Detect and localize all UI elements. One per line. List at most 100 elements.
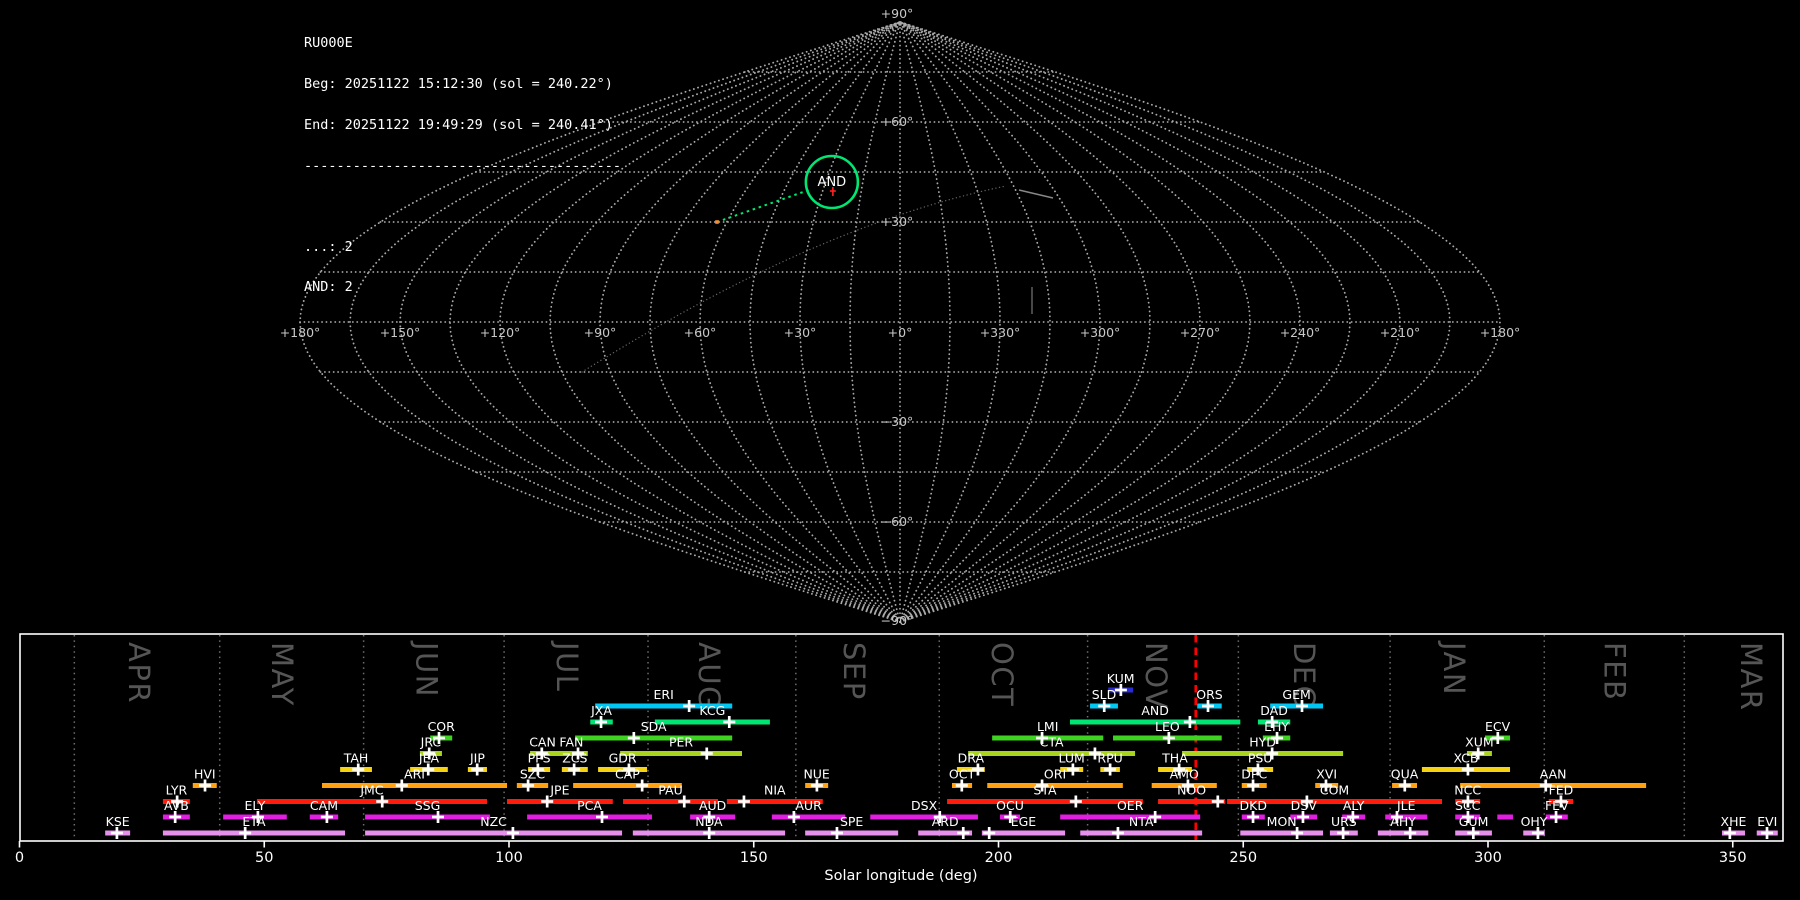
shower-label-DKD: DKD bbox=[1240, 798, 1267, 813]
shower-bar-SPE bbox=[805, 830, 899, 836]
shower-bar-SDA bbox=[575, 735, 733, 741]
latitude-label: −30° bbox=[881, 414, 914, 429]
shower-label-AVB: AVB bbox=[164, 798, 189, 813]
meridian-line bbox=[849, 21, 901, 623]
axis-tick-label-50: 50 bbox=[255, 850, 273, 866]
shower-label-COR: COR bbox=[428, 719, 456, 734]
shower-label-THA: THA bbox=[1161, 751, 1188, 766]
shower-label-CTA: CTA bbox=[1040, 735, 1064, 750]
shower-label-SPE: SPE bbox=[840, 814, 863, 829]
shower-bar-PCA bbox=[527, 814, 652, 820]
shower-label-ERI: ERI bbox=[654, 687, 674, 702]
latitude-label: +30° bbox=[881, 214, 914, 229]
shower-label-SSG: SSG bbox=[415, 798, 441, 813]
shower-label-ELY: ELY bbox=[245, 798, 266, 813]
axis-tick-label-0: 0 bbox=[15, 850, 24, 866]
meridian-line bbox=[699, 21, 901, 623]
month-label-MAY: MAY bbox=[265, 642, 299, 707]
shower-label-ORS: ORS bbox=[1196, 687, 1223, 702]
shower-label-ARI: ARI bbox=[404, 767, 425, 782]
shower-label-SCC: SCC bbox=[1455, 798, 1481, 813]
axis-tick-label-300: 300 bbox=[1474, 850, 1502, 866]
shower-label-JXA: JXA bbox=[590, 703, 612, 718]
shower-bar-ARI bbox=[322, 783, 508, 788]
longitude-label: +150° bbox=[380, 325, 421, 340]
count-and: AND: 2 bbox=[304, 279, 353, 296]
shower-label-JIP: JIP bbox=[469, 751, 485, 766]
shower-label-AMO: AMO bbox=[1170, 767, 1199, 782]
longitude-label: +30° bbox=[784, 325, 817, 340]
end-time: End: 20251122 19:49:29 (sol = 240.41°) bbox=[304, 116, 613, 133]
shower-label-NIA: NIA bbox=[764, 783, 786, 798]
shower-label-JEA: JEA bbox=[418, 751, 440, 766]
shower-label-AND: AND bbox=[1141, 703, 1169, 718]
shower-bar-MON bbox=[1240, 830, 1324, 836]
shower-label-RPU: RPU bbox=[1097, 751, 1122, 766]
x-axis-title: Solar longitude (deg) bbox=[824, 868, 977, 884]
shower-label-PAU: PAU bbox=[658, 783, 682, 798]
shower-label-HVI: HVI bbox=[194, 767, 216, 782]
shower-bar-STA bbox=[947, 799, 1143, 804]
shower-label-COM: COM bbox=[1320, 783, 1349, 798]
shower-label-AUR: AUR bbox=[795, 798, 822, 813]
shower-label-XHE: XHE bbox=[1721, 814, 1747, 829]
shower-label-FAN: FAN bbox=[559, 735, 583, 750]
shower-label-CAM: CAM bbox=[310, 798, 338, 813]
shower-label-KCG: KCG bbox=[699, 703, 725, 718]
longitude-label: +60° bbox=[684, 325, 717, 340]
shower-label-XCB: XCB bbox=[1453, 751, 1478, 766]
shower-label-OCU: OCU bbox=[996, 798, 1024, 813]
shower-label-PCA: PCA bbox=[577, 798, 602, 813]
shower-label-EGE: EGE bbox=[1011, 814, 1037, 829]
shower-label-GUM: GUM bbox=[1459, 814, 1489, 829]
longitude-label: +300° bbox=[1080, 325, 1121, 340]
shower-label-AHY: AHY bbox=[1390, 814, 1416, 829]
axis-tick-label-150: 150 bbox=[740, 850, 768, 866]
shower-label-URS: URS bbox=[1331, 814, 1357, 829]
latitude-label: −90° bbox=[881, 613, 914, 628]
shower-label-JMC: JMC bbox=[359, 783, 383, 798]
month-label-OCT: OCT bbox=[985, 642, 1019, 707]
shower-bar-unlabeled bbox=[1497, 814, 1513, 820]
longitude-label: +330° bbox=[980, 325, 1021, 340]
shower-label-NZC: NZC bbox=[480, 814, 507, 829]
header-gap bbox=[304, 200, 621, 213]
axis-tick-label-250: 250 bbox=[1229, 850, 1257, 866]
axis-tick-label-100: 100 bbox=[495, 850, 523, 866]
shower-label-KUM: KUM bbox=[1107, 671, 1135, 686]
observation-header: RU000E Beg: 20251122 15:12:30 (sol = 240… bbox=[304, 10, 621, 322]
header-divider: --------------------------------------- bbox=[304, 157, 621, 174]
month-label-JUN: JUN bbox=[409, 640, 443, 698]
shower-label-SDA: SDA bbox=[641, 719, 667, 734]
shower-label-AAN: AAN bbox=[1540, 767, 1567, 782]
latitude-label: +60° bbox=[881, 114, 914, 129]
month-label-APR: APR bbox=[122, 642, 156, 704]
shower-label-ORI: ORI bbox=[1044, 767, 1066, 782]
shower-label-TAH: TAH bbox=[343, 751, 369, 766]
shower-label-DSV: DSV bbox=[1291, 798, 1318, 813]
shower-label-SLD: SLD bbox=[1092, 687, 1117, 702]
shower-label-DSX: DSX bbox=[911, 798, 938, 813]
longitude-label: +270° bbox=[1180, 325, 1221, 340]
shower-label-LEO: LEO bbox=[1155, 719, 1180, 734]
shower-label-CAP: CAP bbox=[615, 767, 640, 782]
shower-label-XUM: XUM bbox=[1465, 735, 1494, 750]
latitude-label: +90° bbox=[881, 6, 914, 21]
shower-label-OCT: OCT bbox=[949, 767, 976, 782]
plot-canvas: +180° +150° +120° +90° +60° +30° +0° +330° +300°… bbox=[15, 6, 1784, 884]
shower-label-JLE: JLE bbox=[1396, 798, 1416, 813]
ecliptic-segment bbox=[1018, 189, 1054, 199]
shower-label-EHY: EHY bbox=[1264, 719, 1289, 734]
shower-label-MON: MON bbox=[1267, 814, 1297, 829]
month-label-FEB: FEB bbox=[1597, 642, 1631, 701]
shower-bar-DSX bbox=[870, 814, 978, 820]
activity-chart: APR MAY JUN JUL AUG SEP OCT NOV DEC JAN FEB MARKUME… bbox=[15, 633, 1784, 884]
count-sporadic: ...: 2 bbox=[304, 238, 353, 255]
shower-bar-NTA bbox=[1080, 830, 1203, 836]
shower-label-SZC: SZC bbox=[520, 767, 545, 782]
longitude-label: +120° bbox=[480, 325, 521, 340]
shower-label-FED: FED bbox=[1549, 783, 1574, 798]
shower-label-AUD: AUD bbox=[699, 798, 726, 813]
shower-label-QUA: QUA bbox=[1391, 767, 1419, 782]
shower-label-DPC: DPC bbox=[1241, 767, 1267, 782]
